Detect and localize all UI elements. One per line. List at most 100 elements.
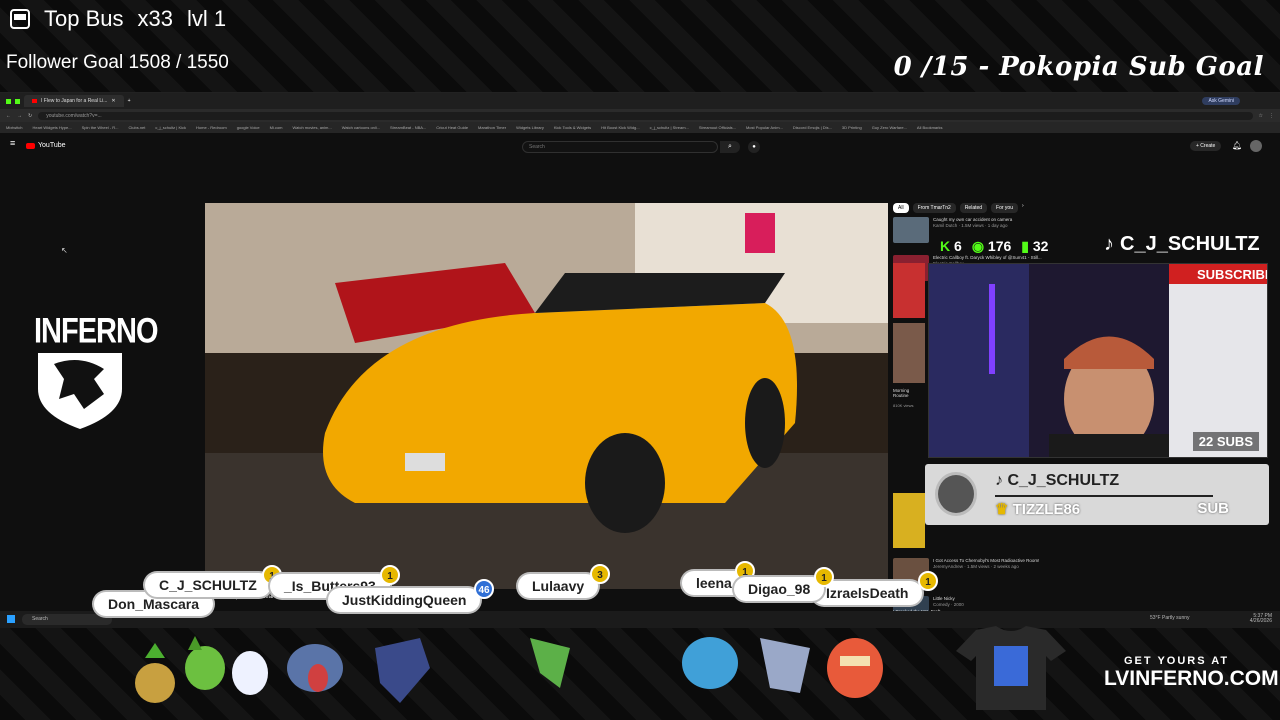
bell-icon[interactable]: 🔔︎ [1232,141,1242,150]
search-input[interactable]: Search [522,141,718,153]
menu-icon[interactable]: ⋮ [1269,113,1274,119]
hamburger-icon[interactable]: ≡ [10,138,15,148]
bookmark-item[interactable]: Most Popular Anim... [746,125,783,130]
bookmark-item[interactable]: Hit Boost Kick Widg... [601,125,639,130]
youtube-play-icon [26,142,35,149]
bookmark-item[interactable]: Mixtwitch [6,125,22,130]
thumbnail [893,217,929,243]
alert-type: SUB [1197,500,1229,517]
gemini-button[interactable]: Ask Gemini [1202,97,1240,105]
bars-icon: ▮ [1021,238,1029,254]
bookmark-item[interactable]: Mi.com [270,125,283,130]
alert-channel: ♪ C_J_SCHULTZ [995,472,1120,489]
grovyle-sprite [530,638,570,688]
bookmark-item[interactable]: Marathon Timer [478,125,506,130]
kick-icon[interactable] [15,98,20,104]
kick-stat-value: 6 [954,238,962,254]
kick-icon[interactable] [6,98,11,104]
bookmark-item[interactable]: Clubs.net [128,125,145,130]
chat-stat-value: 32 [1032,238,1049,254]
bookmark-item[interactable]: All Bookmarks [917,125,943,130]
youtube-favicon-icon [32,99,37,103]
chat-name: C_J_SCHULTZ [145,573,271,597]
chat-name: JustKiddingQueen [328,588,481,612]
chat-name-text: Don_Mascara [108,596,200,612]
webcam-feed: SUBSCRIBE 22 SUBS [928,263,1268,458]
bookmark-item[interactable]: StreamBeat - NBA... [390,125,426,130]
chat-name: Lulaavy [518,574,599,598]
star-icon[interactable]: ☆ [1259,113,1263,119]
alert-divider [995,495,1213,497]
search-icon[interactable]: ⌕ [720,141,740,153]
taskbar-search[interactable]: Search [22,614,112,625]
level-badge: 3 [590,564,610,584]
tab-active[interactable]: I Flew to Japan for a Real Li... ✕ [24,95,124,107]
alert-badge-icon [935,472,977,516]
thumbnail[interactable] [893,263,925,318]
turtwig-sprite [135,643,175,703]
viewers-stat: ◉ 176 [972,238,1011,255]
chip-for-you[interactable]: For you [991,203,1018,213]
channel-name: C_J_SCHULTZ [1120,233,1260,255]
bookmark-item[interactable]: Heart Widgets Hype... [32,125,71,130]
bookmark-item[interactable]: Kick Tools & Widgets [554,125,591,130]
level-badge: 1 [380,565,400,585]
avatar[interactable] [1250,140,1262,152]
chat-name-text: JustKiddingQueen [342,592,467,608]
chat-name-text: Lulaavy [532,578,585,594]
bookmark-item[interactable]: c_j_schultz | Stream... [650,125,689,130]
taskbar-clock: 5:37 PM 4/26/2026 [1250,614,1272,624]
gible-sprite [287,644,343,692]
bookmark-item[interactable]: Home - Redroom [196,125,227,130]
youtube-logo[interactable]: YouTube [26,142,66,149]
bookmarks-bar: Mixtwitch Heart Widgets Hype... Spin the W… [0,122,1280,133]
chip-related[interactable]: Related [959,203,988,213]
bookmark-item[interactable]: Discord Emojis | Dis... [793,125,832,130]
sprigatito-sprite [185,636,225,690]
forward-icon[interactable]: → [17,113,22,119]
video-frame [205,203,888,589]
bookmark-item[interactable]: Watch movies, anim... [293,125,332,130]
address-bar: ← → ↻ youtube.com/watch?v=... ☆ ⋮ [0,109,1280,122]
garchomp-sprite [375,638,430,703]
stream-stats: K 6 ◉ 176 ▮ 32 [940,238,1048,255]
kick-icon: K [940,238,951,254]
close-icon[interactable]: ✕ [111,98,115,104]
bookmark-item[interactable]: c_j_schultz | Kick [155,125,186,130]
alert-channel-name: C_J_SCHULTZ [1007,472,1120,489]
bookmark-item[interactable]: Widgets Library [516,125,544,130]
bookmark-item[interactable]: Guy Zero Warfare... [872,125,907,130]
new-tab-icon[interactable]: + [128,98,131,104]
bookmark-item[interactable]: 3D Printing [842,125,862,130]
reload-icon[interactable]: ↻ [28,113,32,119]
bookmark-item[interactable]: Cricut Heat Guide [436,125,468,130]
inferno-logo-text: INFERNO [34,312,159,352]
bookmark-item[interactable]: Watch cartoons onli... [342,125,380,130]
thumbnail[interactable] [893,323,925,383]
thumbnail[interactable] [893,493,925,548]
tiktok-icon: ♪ [1104,233,1114,255]
bookmark-item[interactable]: Spin the Wheel - R... [82,125,119,130]
chevron-right-icon[interactable]: › [1022,203,1024,213]
windows-start-icon[interactable] [7,615,15,623]
top-bus-label: Top Bus [44,6,124,31]
top-bus-level: lvl 1 [186,6,227,31]
fuecoco-sprite [827,638,883,698]
lion-shield-icon [38,353,122,429]
chip-from-channel[interactable]: From TmarTn2 [912,203,956,213]
totodile-sprite [682,637,738,689]
back-icon[interactable]: ← [6,113,11,119]
merch-cta: GET YOURS AT [1124,655,1230,667]
weather-text: 53°F Partly sunny [1150,615,1190,621]
chip-all[interactable]: All [893,203,909,213]
follower-goal: Follower Goal 1508 / 1550 [6,52,229,73]
video-player[interactable] [205,203,888,589]
url-input[interactable]: youtube.com/watch?v=... [38,111,1253,120]
create-button[interactable]: + Create [1190,141,1222,151]
bookmark-item[interactable]: google Voice [237,125,260,130]
dialga-sprite [760,638,810,693]
alert-subscriber-name: TIZZLE86 [1012,501,1081,518]
bookmark-item[interactable]: Streamout Officials... [699,125,736,130]
clock-date: 4/26/2026 [1249,618,1272,624]
mic-icon[interactable]: ● [748,141,760,153]
